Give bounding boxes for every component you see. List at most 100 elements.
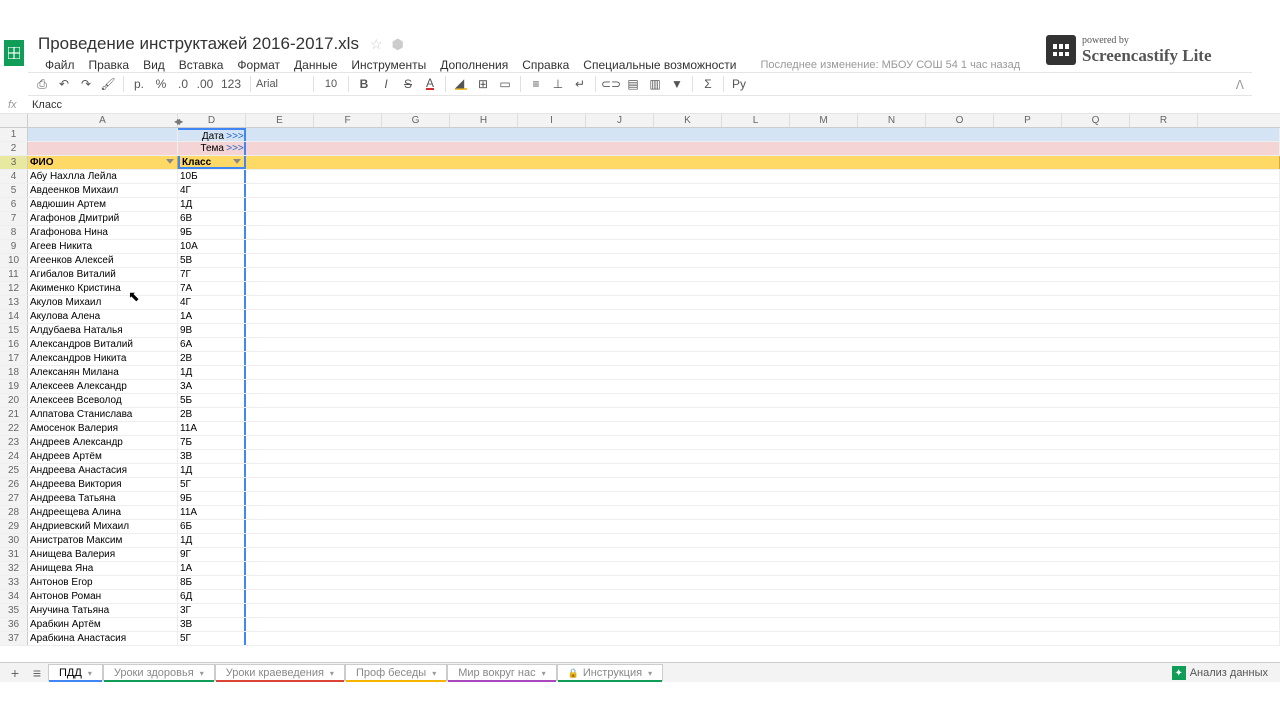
row-header[interactable]: 7	[0, 212, 28, 225]
row-header[interactable]: 19	[0, 380, 28, 393]
cell-class[interactable]: 6Б	[178, 520, 246, 533]
sheet-tab[interactable]: Уроки краеведения▾	[215, 664, 345, 681]
col-header[interactable]: F	[314, 114, 382, 127]
sheet-tab[interactable]: Проф беседы▾	[345, 664, 447, 681]
row-header[interactable]: 37	[0, 632, 28, 645]
row-header[interactable]: 31	[0, 548, 28, 561]
collapse-toolbar-icon[interactable]: ᐱ	[1236, 78, 1244, 92]
size-select[interactable]	[319, 78, 343, 90]
row-header[interactable]: 25	[0, 464, 28, 477]
decimal-dec-button[interactable]: .0	[173, 74, 193, 94]
row-header[interactable]: 5	[0, 184, 28, 197]
table-row[interactable]: 35Анучина Татьяна3Г	[0, 604, 1280, 618]
row-header[interactable]: 13	[0, 296, 28, 309]
table-row[interactable]: 5Авдеенков Михаил4Г	[0, 184, 1280, 198]
link-button[interactable]: ⊂⊃	[601, 74, 621, 94]
col-header[interactable]: O	[926, 114, 994, 127]
cell-fio[interactable]: Алдубаева Наталья	[28, 324, 178, 337]
row-header[interactable]: 18	[0, 366, 28, 379]
table-row[interactable]: 25Андреева Анастасия1Д	[0, 464, 1280, 478]
cell-class[interactable]: 4Г	[178, 296, 246, 309]
col-header[interactable]: J	[586, 114, 654, 127]
row-header[interactable]: 8	[0, 226, 28, 239]
currency-button[interactable]: р.	[129, 74, 149, 94]
table-row[interactable]: 6Авдюшин Артем1Д	[0, 198, 1280, 212]
cell-fio[interactable]: Акименко Кристина	[28, 282, 178, 295]
functions-button[interactable]: Σ	[698, 74, 718, 94]
format-123-button[interactable]: 123	[217, 74, 245, 94]
table-row[interactable]: 31Анищева Валерия9Г	[0, 548, 1280, 562]
table-row[interactable]: 15Алдубаева Наталья9В	[0, 324, 1280, 338]
cell-class[interactable]: 7Г	[178, 268, 246, 281]
cell-class[interactable]: 1А	[178, 310, 246, 323]
comment-button[interactable]: ▤	[623, 74, 643, 94]
row-header[interactable]: 12	[0, 282, 28, 295]
strike-button[interactable]: S	[398, 74, 418, 94]
cell-fio[interactable]: Андреева Татьяна	[28, 492, 178, 505]
table-row[interactable]: 12Акименко Кристина7А	[0, 282, 1280, 296]
row-header[interactable]: 21	[0, 408, 28, 421]
cell-fio[interactable]: Андреещева Алина	[28, 506, 178, 519]
cell-fio[interactable]: Акулова Алена	[28, 310, 178, 323]
cell-class[interactable]: 6В	[178, 212, 246, 225]
table-row[interactable]: 17Александров Никита2В	[0, 352, 1280, 366]
cell-class[interactable]: 5Б	[178, 394, 246, 407]
font-select[interactable]	[256, 78, 308, 90]
col-header[interactable]: H	[450, 114, 518, 127]
folder-icon[interactable]: ⬢	[392, 36, 404, 52]
table-row[interactable]: 4Абу Нахлла Лейла10Б	[0, 170, 1280, 184]
table-row[interactable]: 14Акулова Алена1А	[0, 310, 1280, 324]
filter-icon[interactable]	[233, 159, 241, 167]
cell-class[interactable]: 9Б	[178, 226, 246, 239]
col-header[interactable]: L	[722, 114, 790, 127]
cell-class[interactable]: 8Б	[178, 576, 246, 589]
sheet-tab[interactable]: Уроки здоровья▾	[103, 664, 215, 681]
cell-class[interactable]: 9Г	[178, 548, 246, 561]
cell-fio[interactable]: Агибалов Виталий	[28, 268, 178, 281]
table-row[interactable]: 37Арабкина Анастасия5Г	[0, 632, 1280, 646]
row-header[interactable]: 23	[0, 436, 28, 449]
row-header[interactable]: 15	[0, 324, 28, 337]
valign-button[interactable]: ⊥	[548, 74, 568, 94]
cell-class[interactable]: 9Б	[178, 492, 246, 505]
cell-fio[interactable]: Алексеев Александр	[28, 380, 178, 393]
cell-class[interactable]: 7Б	[178, 436, 246, 449]
table-row[interactable]: 26Андреева Виктория5Г	[0, 478, 1280, 492]
cell-class[interactable]: 1А	[178, 562, 246, 575]
halign-button[interactable]: ≡	[526, 74, 546, 94]
row-header[interactable]: 30	[0, 534, 28, 547]
cell-class[interactable]: 9В	[178, 324, 246, 337]
cell-fio[interactable]: Агафонов Дмитрий	[28, 212, 178, 225]
cell-class[interactable]: 2В	[178, 408, 246, 421]
table-row[interactable]: 24Андреев Артём3В	[0, 450, 1280, 464]
col-header[interactable]: N	[858, 114, 926, 127]
table-row[interactable]: 28Андреещева Алина11А	[0, 506, 1280, 520]
cell-fio[interactable]: Андреев Александр	[28, 436, 178, 449]
cell-fio[interactable]: Алпатова Станислава	[28, 408, 178, 421]
table-row[interactable]: 11Агибалов Виталий7Г	[0, 268, 1280, 282]
cell-fio[interactable]: Авдеенков Михаил	[28, 184, 178, 197]
col-header[interactable]: R	[1130, 114, 1198, 127]
cell-class[interactable]: 6Д	[178, 590, 246, 603]
table-row[interactable]: 34Антонов Роман6Д	[0, 590, 1280, 604]
row-header[interactable]: 22	[0, 422, 28, 435]
sheet-tab[interactable]: ПДД▾	[48, 664, 103, 681]
row-header[interactable]: 33	[0, 576, 28, 589]
cell-class[interactable]: 3В	[178, 618, 246, 631]
all-sheets-button[interactable]: ≡	[26, 663, 48, 683]
table-row[interactable]: 23Андреев Александр7Б	[0, 436, 1280, 450]
row-header[interactable]: 17	[0, 352, 28, 365]
table-row[interactable]: 13Акулов Михаил4Г	[0, 296, 1280, 310]
col-header[interactable]: D◀▶	[178, 114, 246, 127]
row-header[interactable]: 34	[0, 590, 28, 603]
table-row[interactable]: 22Амосенок Валерия11А	[0, 422, 1280, 436]
row-header[interactable]: 2	[0, 142, 28, 155]
decimal-inc-button[interactable]: .00	[195, 74, 215, 94]
row-header[interactable]: 32	[0, 562, 28, 575]
cell-class[interactable]: 10А	[178, 240, 246, 253]
filter-button[interactable]: ▼	[667, 74, 687, 94]
cell-class[interactable]: 1Д	[178, 464, 246, 477]
cell-fio[interactable]: Арабкин Артём	[28, 618, 178, 631]
cell-fio[interactable]: Арабкина Анастасия	[28, 632, 178, 645]
row-header[interactable]: 1	[0, 128, 28, 141]
